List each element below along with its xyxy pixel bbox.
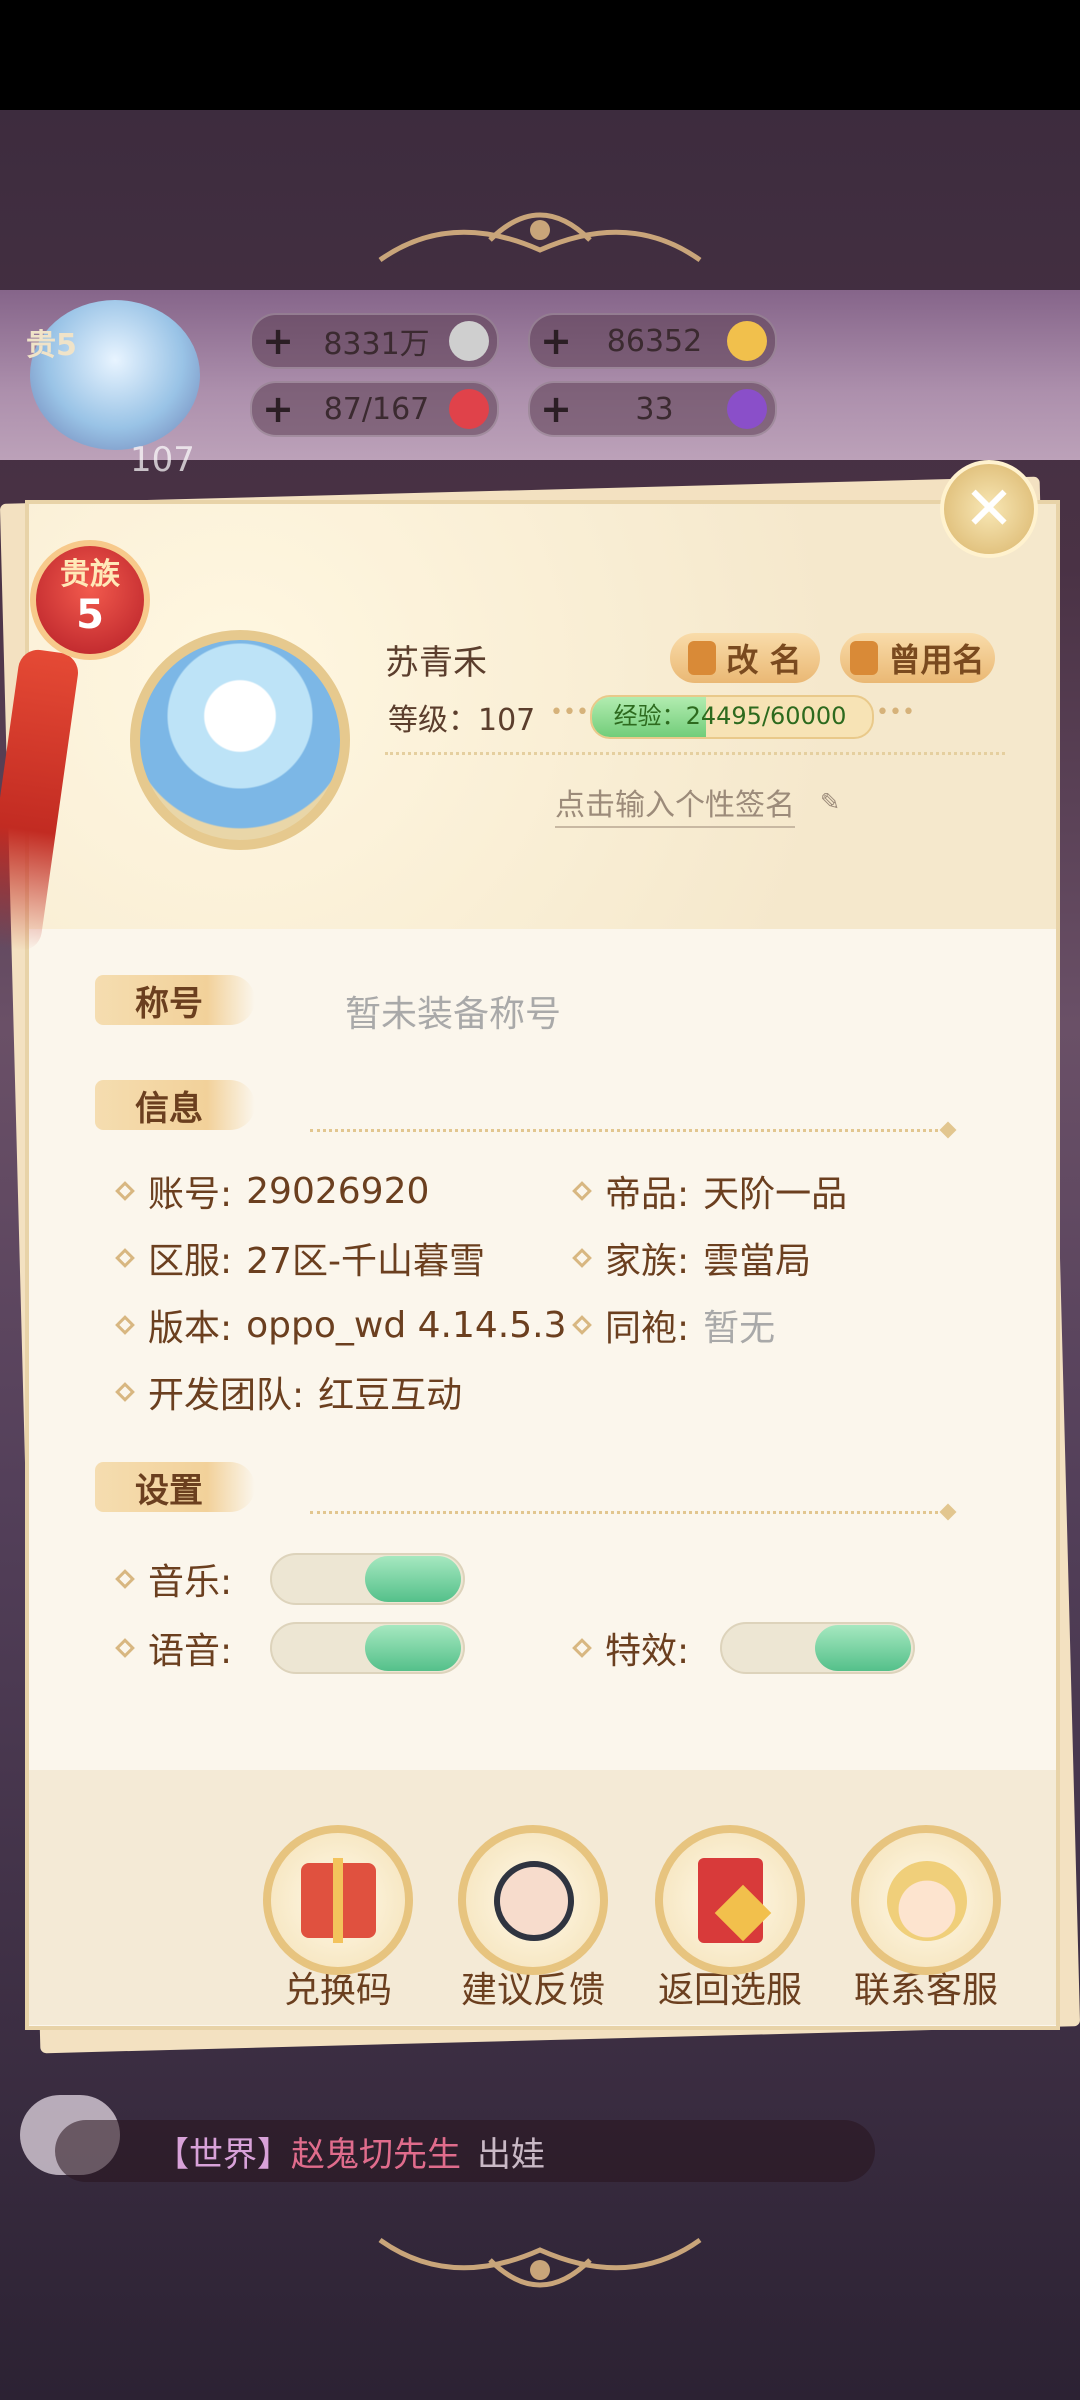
rename-button[interactable]: 改 名 xyxy=(670,633,820,683)
official-face-icon xyxy=(494,1861,574,1941)
add-stamina-button[interactable]: + xyxy=(252,387,304,431)
header-divider xyxy=(385,752,1005,755)
hud-rank-label: 贵5 xyxy=(26,328,77,363)
noble-badge[interactable]: 贵族 5 xyxy=(30,540,150,660)
add-gems-button[interactable]: + xyxy=(530,387,582,431)
hud-level: 107 xyxy=(130,440,195,480)
noble-level: 5 xyxy=(76,592,104,638)
info-dev-team: 开发团队: 红豆互动 xyxy=(115,1366,462,1418)
exp-left-dots: ••• xyxy=(550,700,589,725)
title-value: 暂未装备称号 xyxy=(345,994,562,1035)
add-coins-button[interactable]: + xyxy=(252,319,304,363)
purple-gem-icon xyxy=(727,389,767,429)
bullet-icon xyxy=(572,1638,592,1658)
profile-avatar[interactable] xyxy=(130,630,350,850)
player-name: 苏青禾 xyxy=(385,643,487,683)
support-circle xyxy=(851,1825,1001,1975)
info-section-label: 信息 xyxy=(135,1088,203,1129)
bullet-icon xyxy=(572,1315,592,1335)
music-setting: 音乐: xyxy=(115,1553,232,1605)
bottom-ornament xyxy=(378,2237,702,2288)
chat-channel: 【世界】 xyxy=(155,2134,291,2175)
settings-section-line xyxy=(310,1511,945,1514)
settings-section-tag: 设置 xyxy=(95,1462,255,1512)
pencil-icon: ✎ xyxy=(820,788,841,816)
redeem-code-button[interactable]: 兑换码 xyxy=(258,1825,418,2013)
old-names-button[interactable]: 曾用名 xyxy=(840,633,995,683)
effects-setting: 特效: xyxy=(572,1622,689,1674)
info-rank: 帝品: 天阶一品 xyxy=(572,1165,847,1217)
noble-label: 贵族 xyxy=(60,557,120,592)
top-ornament xyxy=(378,212,702,263)
bullet-icon xyxy=(115,1248,135,1268)
world-chat-bar[interactable]: 【世界】 赵鬼切先生 出娃 xyxy=(55,2120,875,2182)
close-icon: ✕ xyxy=(963,474,1015,544)
title-section-label: 称号 xyxy=(135,983,203,1024)
gold-ingot-icon xyxy=(727,321,767,361)
redeem-circle xyxy=(263,1825,413,1975)
voice-toggle[interactable] xyxy=(270,1622,465,1674)
brush-icon xyxy=(688,641,717,675)
chat-user: 赵鬼切先生 xyxy=(291,2134,461,2175)
heart-icon xyxy=(449,389,489,429)
exp-text: 经验：24495/60000 xyxy=(613,702,847,730)
exp-right-dots: ••• xyxy=(876,700,915,725)
feedback-button[interactable]: 建议反馈 xyxy=(453,1825,613,2013)
feedback-circle xyxy=(458,1825,608,1975)
resource-stamina: + 87/167 xyxy=(250,381,499,437)
close-button[interactable]: ✕ xyxy=(940,460,1038,558)
resource-coins: + 8331万 xyxy=(250,313,499,369)
old-names-label: 曾用名 xyxy=(888,641,985,679)
info-version: 版本: oppo_wd 4.14.5.3 xyxy=(115,1299,566,1351)
server-select-circle xyxy=(655,1825,805,1975)
status-bar xyxy=(0,0,1080,110)
info-section-line xyxy=(310,1129,945,1132)
info-section-tag: 信息 xyxy=(95,1080,255,1130)
rename-label: 改 名 xyxy=(726,641,802,679)
scroll-icon xyxy=(850,641,879,675)
bullet-icon xyxy=(115,1315,135,1335)
info-server: 区服: 27区-千山暮雪 xyxy=(115,1232,485,1284)
voice-setting: 语音: xyxy=(115,1622,232,1674)
music-toggle[interactable] xyxy=(270,1553,465,1605)
bullet-icon xyxy=(572,1248,592,1268)
bullet-icon xyxy=(115,1181,135,1201)
bullet-icon xyxy=(572,1181,592,1201)
player-level: 等级：107 xyxy=(388,703,536,738)
contact-support-button[interactable]: 联系客服 xyxy=(846,1825,1006,2013)
chat-message: 出娃 xyxy=(477,2134,545,2175)
add-ingots-button[interactable]: + xyxy=(530,319,582,363)
stamina-value: 87/167 xyxy=(323,391,430,427)
info-family: 家族: 雲當局 xyxy=(572,1232,811,1284)
back-to-server-select-button[interactable]: 返回选服 xyxy=(650,1825,810,2013)
gems-value: 33 xyxy=(635,391,674,427)
voice-toggle-knob xyxy=(365,1625,461,1671)
coins-value: 8331万 xyxy=(323,327,430,362)
resource-gems: + 33 xyxy=(528,381,777,437)
coin-icon xyxy=(449,321,489,361)
signature-input[interactable]: 点击输入个性签名 xyxy=(555,780,795,828)
info-companion: 同袍: 暂无 xyxy=(572,1299,775,1351)
gift-ribbon-icon xyxy=(333,1858,343,1943)
music-toggle-knob xyxy=(365,1556,461,1602)
support-agent-icon xyxy=(887,1861,967,1941)
effects-toggle-knob xyxy=(815,1625,911,1671)
info-account: 账号: 29026920 xyxy=(115,1165,429,1217)
title-section-tag: 称号 xyxy=(95,975,255,1025)
resource-ingots: + 86352 xyxy=(528,313,777,369)
bullet-icon xyxy=(115,1638,135,1658)
bullet-icon xyxy=(115,1569,135,1589)
effects-toggle[interactable] xyxy=(720,1622,915,1674)
ingots-value: 86352 xyxy=(606,323,703,359)
settings-section-label: 设置 xyxy=(135,1470,203,1511)
bullet-icon xyxy=(115,1382,135,1402)
